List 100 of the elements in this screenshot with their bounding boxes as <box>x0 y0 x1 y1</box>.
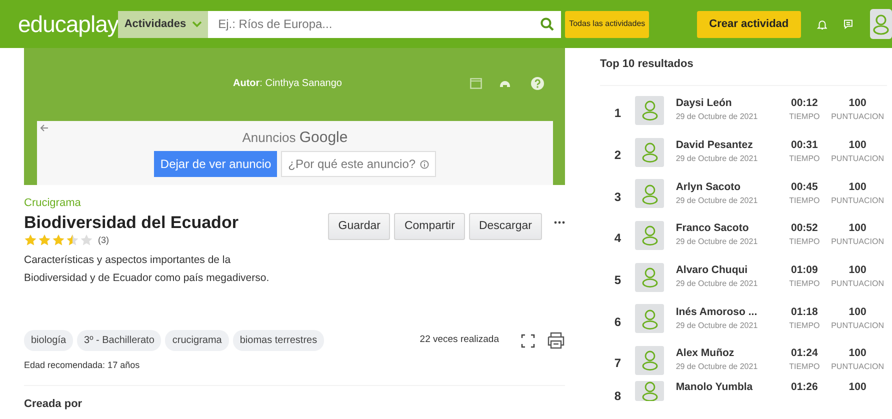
tag[interactable]: crucigrama <box>165 330 229 351</box>
all-activities-button[interactable]: Todas las actividades <box>565 10 650 38</box>
result-date: 29 de Octubre de 2021 <box>676 194 759 207</box>
star-icon <box>38 234 51 246</box>
result-date: 29 de Octubre de 2021 <box>676 153 759 166</box>
info-icon <box>420 160 429 168</box>
result-time: 01:18 <box>790 306 819 319</box>
result-time: 00:12 <box>790 97 819 110</box>
result-time: 01:24 <box>790 347 819 360</box>
time-label: TIEMPO <box>788 278 821 290</box>
user-avatar[interactable] <box>870 9 892 39</box>
result-date: 29 de Octubre de 2021 <box>676 236 759 248</box>
stop-ad-button[interactable]: Dejar de ver anuncio <box>154 151 278 177</box>
ad-brand: Google <box>299 129 348 146</box>
avatar-icon <box>635 304 664 334</box>
tag[interactable]: biomas terrestres <box>232 330 324 351</box>
result-score: 100 <box>848 222 868 236</box>
rating-count: (3) <box>98 234 109 247</box>
create-activity-button[interactable]: Crear actividad <box>697 10 801 38</box>
result-score: 100 <box>848 180 868 194</box>
rank-number: 8 <box>613 388 622 406</box>
player-name: Daysi León <box>676 97 733 110</box>
action-button[interactable]: Compartir <box>394 213 465 240</box>
score-label: PUNTUACION <box>830 111 885 124</box>
result-date: 29 de Octubre de 2021 <box>676 278 759 290</box>
category-select[interactable]: Actividades <box>118 10 208 38</box>
time-label: TIEMPO <box>788 361 821 374</box>
author-text: Autor: Cinthya Sanango <box>233 77 342 91</box>
player-name: David Pesantez <box>676 139 754 152</box>
star-icon <box>66 234 79 246</box>
score-label: PUNTUACION <box>830 236 885 248</box>
result-score: 100 <box>848 139 868 152</box>
player-name: Arlyn Sacoto <box>676 180 742 194</box>
player-name: Inés Amoroso ... <box>676 306 758 319</box>
avatar-icon <box>635 179 664 208</box>
tag[interactable]: biología <box>24 330 74 351</box>
star-icon <box>80 234 93 246</box>
result-score: 100 <box>848 381 868 394</box>
avatar-icon <box>635 96 664 125</box>
result-time: 01:26 <box>790 381 819 394</box>
rank-number: 5 <box>613 272 622 290</box>
ad-title: Anuncios <box>242 130 296 145</box>
result-score: 100 <box>848 97 868 110</box>
search-icon[interactable] <box>540 16 554 30</box>
avatar-icon <box>635 346 664 375</box>
more-icon[interactable] <box>554 221 565 224</box>
score-label: PUNTUACION <box>830 194 885 207</box>
window-icon[interactable] <box>470 78 482 89</box>
time-label: TIEMPO <box>788 194 821 207</box>
rank-number: 2 <box>613 147 622 164</box>
time-label: TIEMPO <box>788 111 821 124</box>
time-label: TIEMPO <box>788 153 821 166</box>
result-time: 01:09 <box>790 264 819 278</box>
player-name: Alex Muñoz <box>676 347 736 360</box>
activity-title: Biodiversidad del Ecuador <box>24 212 238 234</box>
chevron-icon <box>192 20 202 28</box>
rank-number: 7 <box>613 355 622 372</box>
action-button[interactable]: Guardar <box>328 213 390 240</box>
tag[interactable]: 3º - Bachillerato <box>77 330 162 351</box>
avatar-icon <box>635 138 664 167</box>
time-label: TIEMPO <box>788 236 821 248</box>
result-date: 29 de Octubre de 2021 <box>676 111 759 124</box>
result-time: 00:45 <box>790 180 819 194</box>
score-label: PUNTUACION <box>830 320 885 332</box>
result-score: 100 <box>848 306 868 319</box>
player-name: Franco Sacoto <box>676 222 750 236</box>
result-score: 100 <box>848 264 868 278</box>
result-date: 29 de Octubre de 2021 <box>676 361 759 374</box>
avatar-icon <box>635 262 664 292</box>
result-date: 29 de Octubre de 2021 <box>676 320 759 332</box>
rank-number: 3 <box>613 188 622 206</box>
chat-icon[interactable] <box>843 17 854 31</box>
avatar-icon <box>635 381 664 402</box>
player-name: Alvaro Chuqui <box>676 264 749 278</box>
result-time: 00:31 <box>790 139 819 152</box>
back-arrow-icon[interactable] <box>40 124 49 132</box>
star-icon <box>24 234 37 246</box>
result-time: 00:52 <box>790 222 819 236</box>
created-by-heading: Creada por <box>24 396 84 412</box>
score-label: PUNTUACION <box>830 361 885 374</box>
rank-number: 6 <box>613 314 622 331</box>
avatar-icon <box>635 220 664 250</box>
fullscreen-icon[interactable] <box>521 334 535 348</box>
score-label: PUNTUACION <box>830 153 885 166</box>
search-field[interactable]: Ej.: Ríos de Europa... <box>208 10 562 38</box>
rank-number: 1 <box>613 105 622 122</box>
rank-number: 4 <box>613 230 622 248</box>
star-icon <box>52 234 65 246</box>
activity-description: Características y aspectos importantes de la Biodiversidad y de Ecuador como país megadiverso. <box>24 253 270 286</box>
ranking-title: Top 10 resultados <box>600 57 694 72</box>
result-score: 100 <box>848 347 868 360</box>
play-count: 22 veces realizada <box>420 333 499 348</box>
time-label: TIEMPO <box>788 320 821 332</box>
recommended-age: Edad recomendada: 17 años <box>24 359 141 372</box>
action-button[interactable]: Descargar <box>468 213 542 240</box>
help-icon[interactable] <box>530 77 544 90</box>
player-name: Manolo Yumbla <box>676 381 754 394</box>
score-label: PUNTUACION <box>830 278 885 290</box>
why-ad-button[interactable]: ¿Por qué este anuncio? <box>281 151 436 177</box>
print-icon[interactable] <box>547 332 565 349</box>
